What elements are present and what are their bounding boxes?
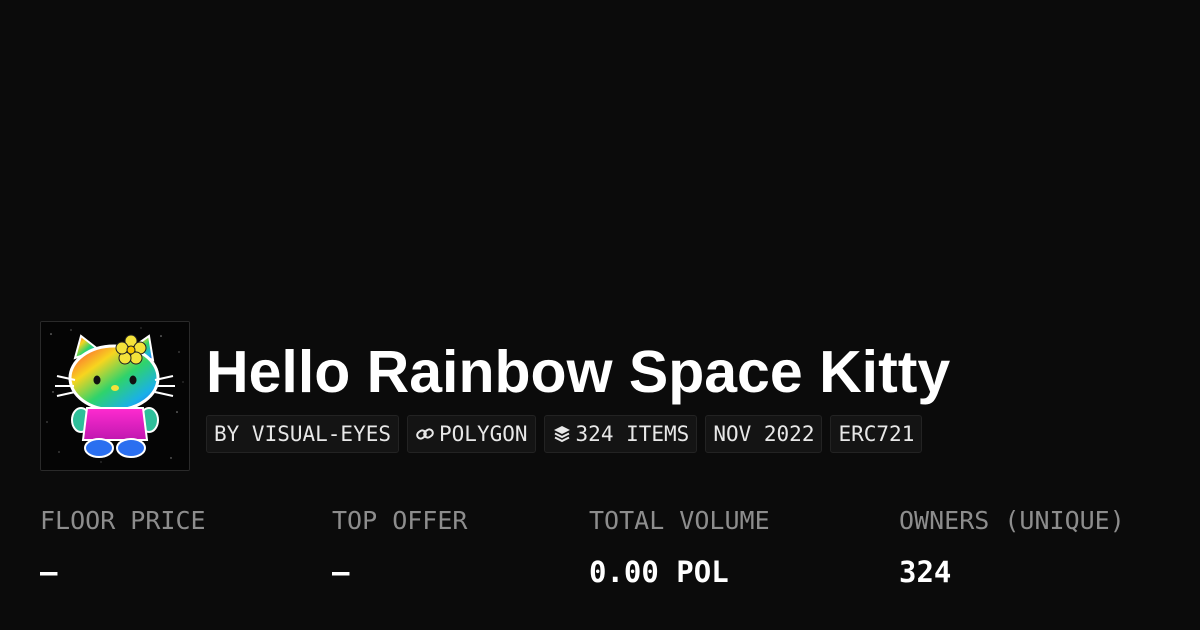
date-chip: NOV 2022 [705, 415, 823, 453]
link-icon [415, 424, 435, 444]
owners-stat: OWNERS (UNIQUE) 324 [899, 503, 1125, 592]
chain-label: POLYGON [439, 422, 528, 446]
standard-chip: ERC721 [830, 415, 923, 453]
floor-price-stat: FLOOR PRICE – [40, 503, 206, 592]
collection-avatar[interactable] [40, 321, 190, 471]
standard-label: ERC721 [838, 422, 915, 446]
layers-icon [552, 424, 572, 444]
collection-meta-chips: BY VISUAL-EYES POLYGON 324 ITEMS NOV 202… [206, 415, 923, 453]
total-volume-label: TOTAL VOLUME [589, 506, 770, 535]
rainbow-kitty-artwork [41, 322, 189, 470]
items-label: 324 ITEMS [575, 422, 690, 446]
floor-price-value: – [40, 555, 58, 589]
collection-stats: FLOOR PRICE – TOP OFFER – TOTAL VOLUME 0… [40, 503, 1180, 603]
total-volume-stat: TOTAL VOLUME 0.00 POL [589, 503, 770, 592]
owners-value: 324 [899, 555, 952, 589]
collection-title: Hello Rainbow Space Kitty [206, 339, 951, 405]
floor-price-label: FLOOR PRICE [40, 506, 206, 535]
banner-area [0, 0, 1200, 320]
owners-label: OWNERS (UNIQUE) [899, 506, 1125, 535]
items-chip[interactable]: 324 ITEMS [543, 415, 698, 453]
top-offer-label: TOP OFFER [332, 506, 468, 535]
date-label: NOV 2022 [713, 422, 815, 446]
top-offer-value: – [332, 555, 350, 589]
top-offer-stat: TOP OFFER – [332, 503, 467, 592]
chain-chip[interactable]: POLYGON [407, 415, 536, 453]
total-volume-value: 0.00 POL [589, 555, 729, 589]
creator-label: BY VISUAL-EYES [214, 422, 392, 446]
creator-chip[interactable]: BY VISUAL-EYES [206, 415, 400, 453]
